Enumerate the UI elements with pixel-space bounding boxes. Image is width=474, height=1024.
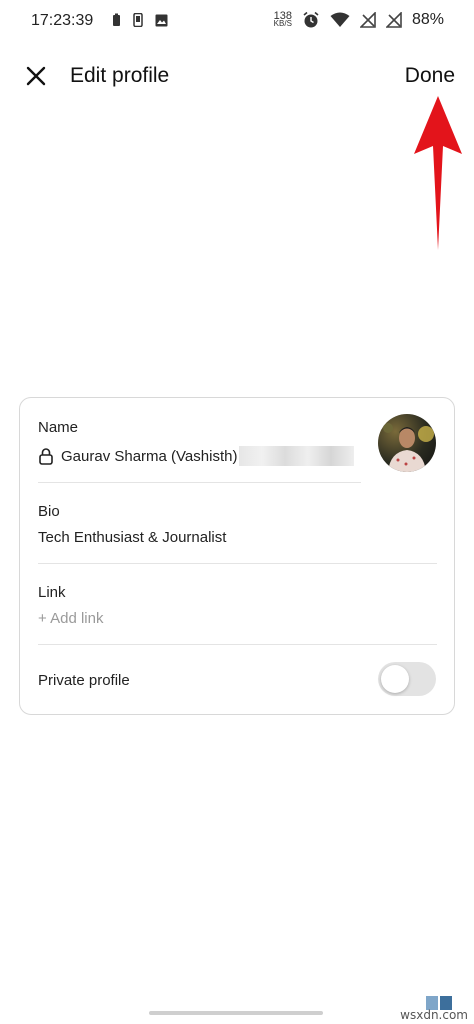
name-field[interactable]: Gaurav Sharma (Vashisth) — [38, 446, 355, 466]
bio-value[interactable]: Tech Enthusiast & Journalist — [38, 529, 226, 546]
watermark: wsxdn.com — [400, 1008, 468, 1022]
battery-percent: 88% — [411, 11, 444, 28]
no-signal-icon — [359, 12, 376, 28]
app-bar: Edit profile Done — [0, 56, 474, 96]
network-speed-unit: KB/S — [273, 19, 292, 28]
home-indicator[interactable] — [149, 1011, 323, 1015]
add-link-input[interactable]: + Add link — [38, 610, 103, 627]
divider — [38, 563, 437, 564]
image-icon — [155, 14, 168, 26]
divider — [38, 644, 437, 645]
no-signal-icon — [385, 12, 402, 28]
wifi-icon — [330, 12, 350, 27]
status-bar: 17:23:39 138 KB/S 88% — [0, 0, 474, 44]
close-icon[interactable] — [22, 62, 50, 90]
name-label: Name — [38, 419, 79, 436]
private-profile-label: Private profile — [38, 672, 130, 689]
page-title: Edit profile — [70, 64, 170, 87]
private-profile-toggle[interactable] — [378, 662, 436, 696]
annotation-arrow-icon — [414, 96, 462, 250]
bio-label: Bio — [38, 503, 60, 520]
done-button[interactable]: Done — [405, 64, 455, 88]
link-label: Link — [38, 584, 66, 601]
notification-icons — [112, 13, 168, 27]
profile-card: Name Gaurav Sharma (Vashisth) Bio Tech E… — [19, 397, 455, 715]
network-speed: 138 KB/S — [273, 11, 292, 28]
lock-icon — [39, 448, 53, 465]
status-right: 138 KB/S 88% — [274, 11, 444, 29]
status-time: 17:23:39 — [31, 12, 94, 29]
toggle-knob — [381, 665, 409, 693]
avatar-photo-icon — [383, 423, 434, 472]
alarm-icon — [303, 11, 319, 28]
redacted-blur — [239, 446, 355, 466]
avatar[interactable] — [378, 414, 436, 472]
phone-icon — [133, 13, 143, 27]
battery-saver-icon — [113, 13, 120, 26]
divider — [38, 482, 361, 483]
name-value: Gaurav Sharma (Vashisth) — [61, 447, 238, 465]
